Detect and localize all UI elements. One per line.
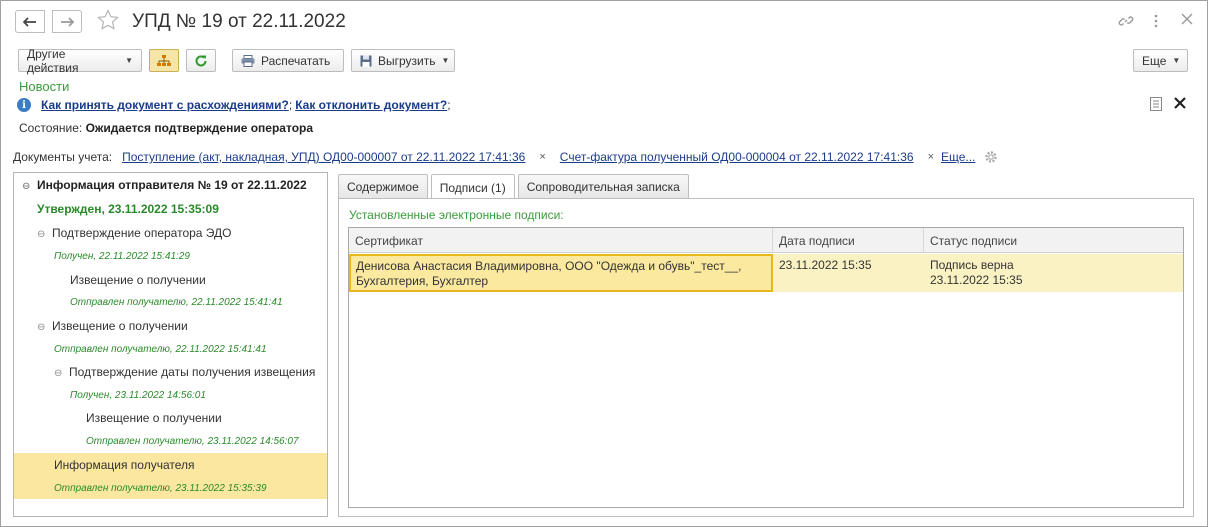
page-title: УПД № 19 от 22.11.2022 [132, 11, 346, 32]
info-icon: i [17, 98, 31, 112]
close-icon [1174, 97, 1186, 109]
chevron-down-icon: ▼ [441, 56, 450, 65]
forward-button[interactable] [52, 10, 82, 33]
signatures-table: Сертификат Дата подписи Статус подписи Д… [348, 227, 1184, 508]
close-news-button[interactable] [1174, 97, 1186, 112]
accept-with-discrepancies-link[interactable]: Как принять документ с расхождениями? [41, 98, 289, 112]
tab-bar: Содержимое Подписи (1) Сопроводительная … [338, 174, 692, 200]
print-button[interactable]: Распечатать [232, 49, 344, 72]
signatures-panel: Установленные электронные подписи: Серти… [338, 198, 1194, 517]
tree-item-approved: Утвержден, 23.11.2022 15:35:09 [37, 202, 219, 216]
news-label: Новости [19, 79, 70, 94]
document-tree: ⊖ Информация отправителя № 19 от 22.11.20… [13, 172, 328, 517]
table-header: Сертификат Дата подписи Статус подписи [349, 228, 1183, 253]
tree-item-status: Получен, 22.11.2022 15:41:29 [54, 251, 190, 262]
tree-item-recipient-info: Информация получателя [54, 458, 195, 472]
export-label: Выгрузить [378, 53, 436, 68]
collapse-icon[interactable]: ⊖ [54, 368, 63, 379]
link-icon [1118, 16, 1134, 26]
column-sign-status[interactable]: Статус подписи [924, 228, 1183, 253]
link-button[interactable] [1118, 13, 1134, 32]
tree-item-status: Отправлен получателю, 23.11.2022 14:56:0… [86, 436, 299, 447]
tree-item-receipt-notice[interactable]: Извещение о получении [14, 273, 327, 287]
chevron-down-icon: ▼ [125, 56, 133, 65]
column-certificate[interactable]: Сертификат [349, 228, 773, 253]
tab-content[interactable]: Содержимое [338, 174, 428, 199]
tree-item-recipient-info-selected[interactable]: Информация получателя Отправлен получате… [14, 453, 327, 499]
collapse-icon[interactable]: ⊖ [37, 322, 46, 333]
collapse-icon[interactable]: ⊖ [37, 229, 46, 240]
docs-settings-button[interactable] [984, 150, 998, 164]
note-icon [1150, 97, 1162, 111]
floppy-disk-icon [360, 55, 372, 66]
close-icon [1181, 13, 1193, 25]
tab-cover-note[interactable]: Сопроводительная записка [517, 174, 689, 199]
document-window: УПД № 19 от 22.11.2022 Другие действия ▼… [0, 0, 1208, 527]
close-button[interactable] [1181, 13, 1193, 28]
more-button[interactable] [1153, 13, 1159, 32]
remove-doc-receipt-button[interactable]: × [539, 151, 545, 163]
tree-item-status: Получен, 23.11.2022 14:56:01 [70, 390, 206, 401]
more-actions-button[interactable]: Еще ▼ [1133, 49, 1188, 72]
cell-sign-date: 23.11.2022 15:35 [779, 258, 872, 272]
docs-label: Документы учета: [13, 150, 113, 164]
news-end: ; [447, 98, 451, 112]
docs-more-link[interactable]: Еще... [941, 150, 975, 164]
hierarchy-icon [157, 54, 171, 66]
more-vertical-icon [1154, 14, 1158, 28]
cell-sign-status: Подпись верна 23.11.2022 15:35 [930, 258, 1023, 287]
doc-receipt-link[interactable]: Поступление (акт, накладная, УПД) ОД00-0… [122, 150, 525, 164]
refresh-icon [195, 54, 207, 66]
refresh-button[interactable] [186, 49, 216, 72]
tree-item-receipt-notice-2[interactable]: ⊖ Извещение о получении [14, 319, 327, 333]
document-state: Состояние: Ожидается подтверждение опера… [19, 121, 313, 135]
news-links: i Как принять документ с расхождениями? … [17, 98, 451, 112]
more-actions-label: Еще [1142, 53, 1167, 68]
collapse-icon[interactable]: ⊖ [22, 181, 31, 192]
export-button[interactable]: Выгрузить ▼ [351, 49, 455, 72]
tree-item-operator-confirmation[interactable]: ⊖ Подтверждение оператора ЭДО [14, 226, 327, 240]
state-value: Ожидается подтверждение оператора [85, 121, 314, 135]
printer-icon [241, 54, 255, 67]
arrow-right-icon [61, 16, 74, 27]
signatures-caption: Установленные электронные подписи: [349, 208, 564, 222]
arrow-left-icon [23, 16, 36, 27]
column-sign-date[interactable]: Дата подписи [773, 228, 924, 253]
tree-item-status: Отправлен получателю, 22.11.2022 15:41:4… [54, 344, 267, 355]
gear-icon [985, 151, 998, 163]
tree-item-sender-info[interactable]: ⊖ Информация отправителя № 19 от 22.11.20… [14, 178, 327, 192]
tab-signatures[interactable]: Подписи (1) [430, 174, 515, 200]
remove-doc-invoice-button[interactable]: × [928, 151, 934, 163]
other-actions-button[interactable]: Другие действия ▼ [18, 46, 142, 75]
tree-item-status: Отправлен получателю, 22.11.2022 15:41:4… [70, 297, 283, 308]
cell-certificate[interactable]: Денисова Анастасия Владимировна, ООО "Од… [349, 254, 773, 292]
back-button[interactable] [15, 10, 45, 33]
favorite-button[interactable] [97, 9, 119, 34]
tree-item-status: Отправлен получателю, 23.11.2022 15:35:3… [54, 483, 267, 494]
accounting-documents: Документы учета: Поступление (акт, накла… [13, 150, 998, 164]
tree-item-receipt-notice-3[interactable]: Извещение о получении [14, 411, 327, 425]
star-icon [97, 9, 119, 30]
table-row[interactable]: Денисова Анастасия Владимировна, ООО "Од… [349, 254, 1183, 292]
chevron-down-icon: ▼ [1172, 56, 1181, 65]
other-actions-label: Другие действия [27, 46, 79, 75]
state-label: Состояние: [19, 121, 83, 135]
tree-item-receipt-date-confirmation[interactable]: ⊖ Подтверждение даты получения извещения [14, 365, 321, 379]
reject-document-link[interactable]: Как отклонить документ? [295, 98, 447, 112]
note-button[interactable] [1150, 97, 1162, 114]
structure-button[interactable] [149, 49, 179, 72]
news-separator: ; [288, 98, 293, 112]
print-label: Распечатать [261, 53, 331, 68]
doc-invoice-link[interactable]: Счет-фактура полученный ОД00-000004 от 2… [560, 150, 914, 164]
